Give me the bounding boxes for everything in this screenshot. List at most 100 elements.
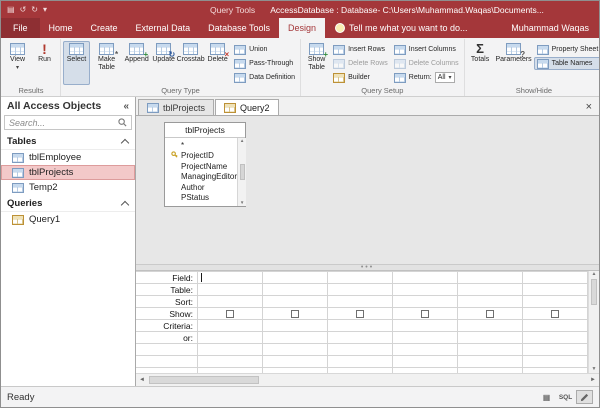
data-definition-button[interactable]: Data Definition: [231, 71, 298, 84]
grid-cell-criteria-2[interactable]: [263, 320, 328, 332]
view-button[interactable]: View ▾: [4, 41, 31, 85]
grid-cell-field-6[interactable]: [523, 272, 588, 284]
insert-rows-button[interactable]: Insert Rows: [330, 43, 391, 56]
horizontal-scrollbar[interactable]: ◄ ►: [136, 373, 599, 386]
show-table-button[interactable]: + Show Table: [303, 41, 330, 85]
nav-item-temp2[interactable]: Temp2: [1, 180, 135, 195]
grid-cell-table-2[interactable]: [263, 284, 328, 296]
field-list-item-pstatus[interactable]: PStatus: [165, 193, 237, 204]
select-query-button[interactable]: Select: [63, 41, 90, 85]
scroll-thumb[interactable]: [591, 279, 597, 305]
sql-view-icon[interactable]: SQL: [557, 390, 574, 404]
tab-file[interactable]: File: [1, 18, 40, 38]
grid-cell-sort-3[interactable]: [328, 296, 393, 308]
grid-cell-sort-2[interactable]: [263, 296, 328, 308]
tell-me-box[interactable]: Tell me what you want to do...: [325, 18, 478, 38]
redo-icon[interactable]: ↻: [31, 6, 38, 14]
grid-cell-criteria-4[interactable]: [393, 320, 458, 332]
scroll-down-icon[interactable]: ▼: [592, 367, 597, 372]
grid-cell-show-1[interactable]: [198, 308, 263, 320]
query-design-surface[interactable]: tblProjects * ProjectID: [136, 116, 599, 264]
grid-cell[interactable]: [328, 344, 393, 356]
show-checkbox[interactable]: [356, 310, 364, 318]
delete-columns-button[interactable]: Delete Columns: [391, 57, 462, 70]
scroll-left-icon[interactable]: ◄: [136, 374, 148, 386]
append-button[interactable]: + Append: [123, 41, 150, 85]
show-checkbox[interactable]: [226, 310, 234, 318]
grid-cell[interactable]: [523, 344, 588, 356]
property-sheet-button[interactable]: Property Sheet: [534, 43, 599, 56]
field-list-item-projectname[interactable]: ProjectName: [165, 161, 237, 172]
table-names-button[interactable]: Table Names: [534, 57, 599, 70]
nav-section-queries[interactable]: Queries: [1, 195, 135, 212]
grid-cell-field-5[interactable]: [458, 272, 523, 284]
show-checkbox[interactable]: [291, 310, 299, 318]
grid-cell-or-6[interactable]: [523, 332, 588, 344]
grid-cell-field-2[interactable]: [263, 272, 328, 284]
undo-icon[interactable]: ↺: [20, 6, 27, 14]
tab-create[interactable]: Create: [82, 18, 127, 38]
grid-cell-criteria-3[interactable]: [328, 320, 393, 332]
crosstab-button[interactable]: Crosstab: [177, 41, 204, 85]
scroll-up-icon[interactable]: ▲: [592, 272, 597, 277]
scroll-up-icon[interactable]: ▲: [240, 139, 244, 144]
grid-cell-show-3[interactable]: [328, 308, 393, 320]
show-checkbox[interactable]: [421, 310, 429, 318]
parameters-button[interactable]: ? Parameters: [494, 41, 534, 85]
grid-cell[interactable]: [198, 344, 263, 356]
grid-cell-field-1[interactable]: [198, 272, 263, 284]
grid-cell-show-2[interactable]: [263, 308, 328, 320]
nav-section-tables[interactable]: Tables: [1, 133, 135, 150]
grid-cell-criteria-5[interactable]: [458, 320, 523, 332]
grid-cell-field-4[interactable]: [393, 272, 458, 284]
nav-item-tblprojects[interactable]: tblProjects: [1, 165, 135, 180]
grid-cell[interactable]: [458, 356, 523, 368]
return-dropdown[interactable]: Return: All▾: [391, 71, 462, 84]
nav-item-tblemployee[interactable]: tblEmployee: [1, 150, 135, 165]
vertical-scrollbar[interactable]: ▲ ▼: [588, 271, 599, 373]
delete-rows-button[interactable]: Delete Rows: [330, 57, 391, 70]
field-list-item-managingeditor[interactable]: ManagingEditor: [165, 172, 237, 183]
grid-cell-sort-4[interactable]: [393, 296, 458, 308]
grid-cell-table-4[interactable]: [393, 284, 458, 296]
builder-button[interactable]: Builder: [330, 71, 391, 84]
doc-tab-query2[interactable]: Query2: [215, 99, 279, 115]
scroll-thumb[interactable]: [149, 376, 259, 384]
grid-cell-sort-5[interactable]: [458, 296, 523, 308]
nav-item-query1[interactable]: Query1: [1, 212, 135, 227]
field-list-tblprojects[interactable]: tblProjects * ProjectID: [164, 122, 246, 207]
save-icon[interactable]: ▤: [7, 6, 15, 14]
grid-cell[interactable]: [523, 356, 588, 368]
delete-query-button[interactable]: × Delete: [204, 41, 231, 85]
field-list-item-author[interactable]: Author: [165, 182, 237, 193]
tab-external-data[interactable]: External Data: [127, 18, 200, 38]
grid-cell-table-1[interactable]: [198, 284, 263, 296]
grid-cell-table-3[interactable]: [328, 284, 393, 296]
tab-database-tools[interactable]: Database Tools: [199, 18, 279, 38]
close-tab-icon[interactable]: ×: [586, 101, 599, 115]
grid-cell-show-6[interactable]: [523, 308, 588, 320]
field-list-item-projectid[interactable]: ProjectID: [165, 151, 237, 162]
pass-through-button[interactable]: Pass-Through: [231, 57, 298, 70]
grid-cell-field-3[interactable]: [328, 272, 393, 284]
grid-cell[interactable]: [393, 344, 458, 356]
tab-design[interactable]: Design: [279, 18, 325, 38]
make-table-button[interactable]: * Make Table: [90, 41, 123, 85]
grid-cell-or-4[interactable]: [393, 332, 458, 344]
grid-cell-or-2[interactable]: [263, 332, 328, 344]
grid-cell-or-5[interactable]: [458, 332, 523, 344]
insert-columns-button[interactable]: Insert Columns: [391, 43, 462, 56]
scroll-right-icon[interactable]: ►: [587, 374, 599, 386]
scroll-thumb[interactable]: [240, 164, 245, 180]
grid-cell-show-5[interactable]: [458, 308, 523, 320]
grid-cell[interactable]: [393, 356, 458, 368]
grid-cell-sort-1[interactable]: [198, 296, 263, 308]
grid-cell-sort-6[interactable]: [523, 296, 588, 308]
shutter-bar-close-icon[interactable]: «: [123, 101, 129, 112]
datasheet-view-icon[interactable]: ▦: [538, 390, 555, 404]
grid-cell[interactable]: [458, 344, 523, 356]
grid-cell-criteria-1[interactable]: [198, 320, 263, 332]
totals-button[interactable]: Σ Totals: [467, 41, 494, 85]
grid-cell[interactable]: [198, 356, 263, 368]
update-button[interactable]: ↻ Update: [150, 41, 177, 85]
